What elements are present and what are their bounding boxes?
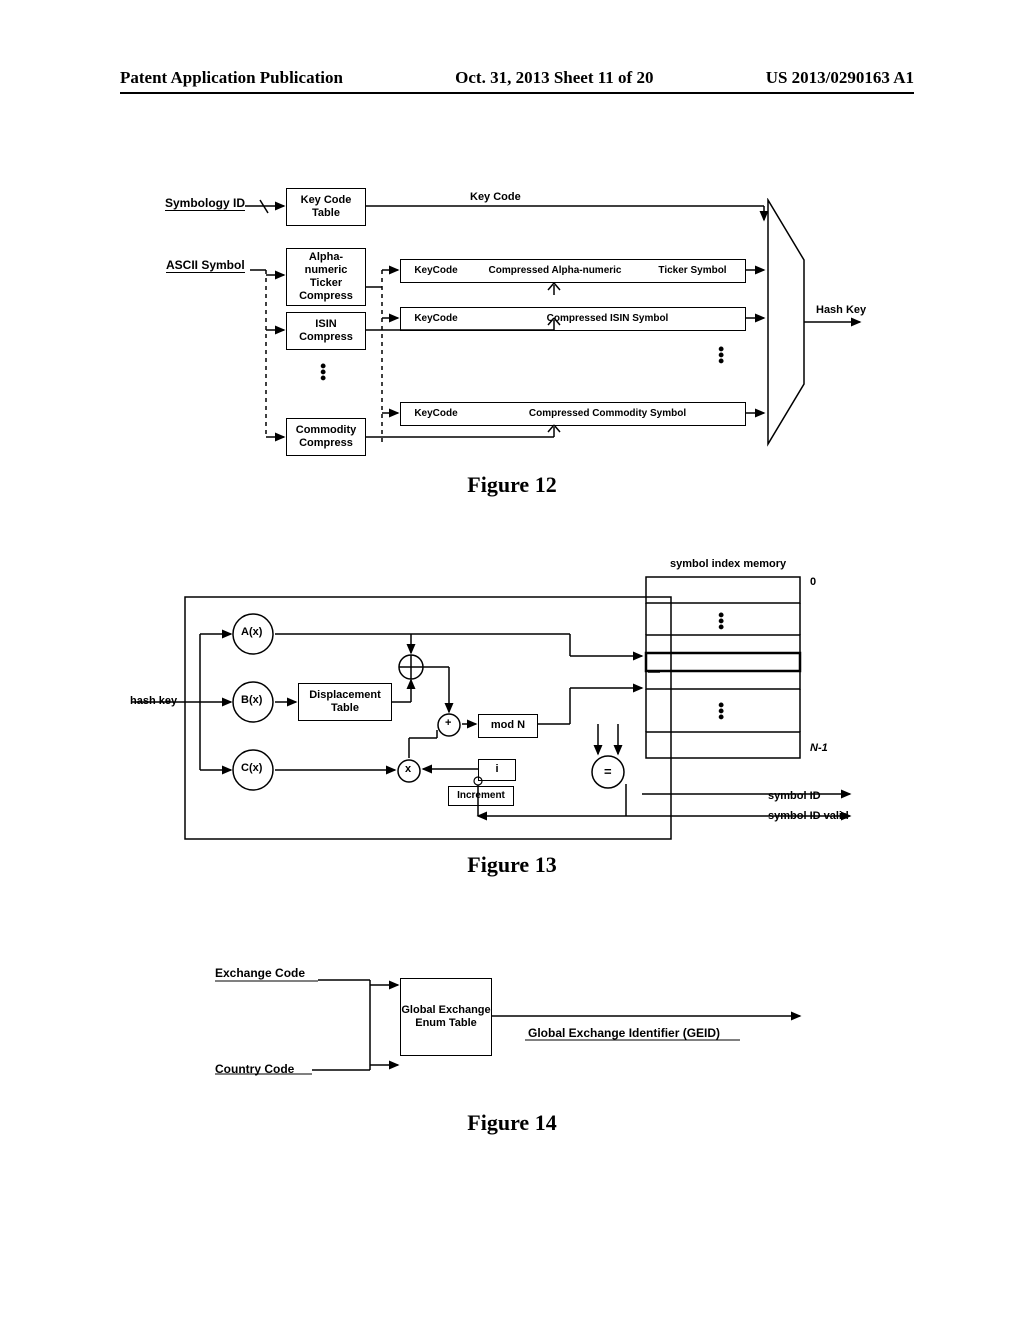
header-left: Patent Application Publication xyxy=(120,68,343,88)
fig14-wires xyxy=(210,960,830,1090)
figure-13-caption: Figure 13 xyxy=(0,852,1024,878)
fig13-wires xyxy=(130,596,870,842)
header-center: Oct. 31, 2013 Sheet 11 of 20 xyxy=(455,68,653,88)
mem-zero: 0 xyxy=(810,576,816,588)
header-right: US 2013/0290163 A1 xyxy=(766,68,914,88)
page-header: Patent Application Publication Oct. 31, … xyxy=(120,68,914,94)
figure-14-caption: Figure 14 xyxy=(0,1110,1024,1136)
memory-label: symbol index memory xyxy=(670,558,786,570)
fig12-wires xyxy=(160,185,880,465)
patent-page: Patent Application Publication Oct. 31, … xyxy=(0,0,1024,1320)
figure-12-caption: Figure 12 xyxy=(0,472,1024,498)
